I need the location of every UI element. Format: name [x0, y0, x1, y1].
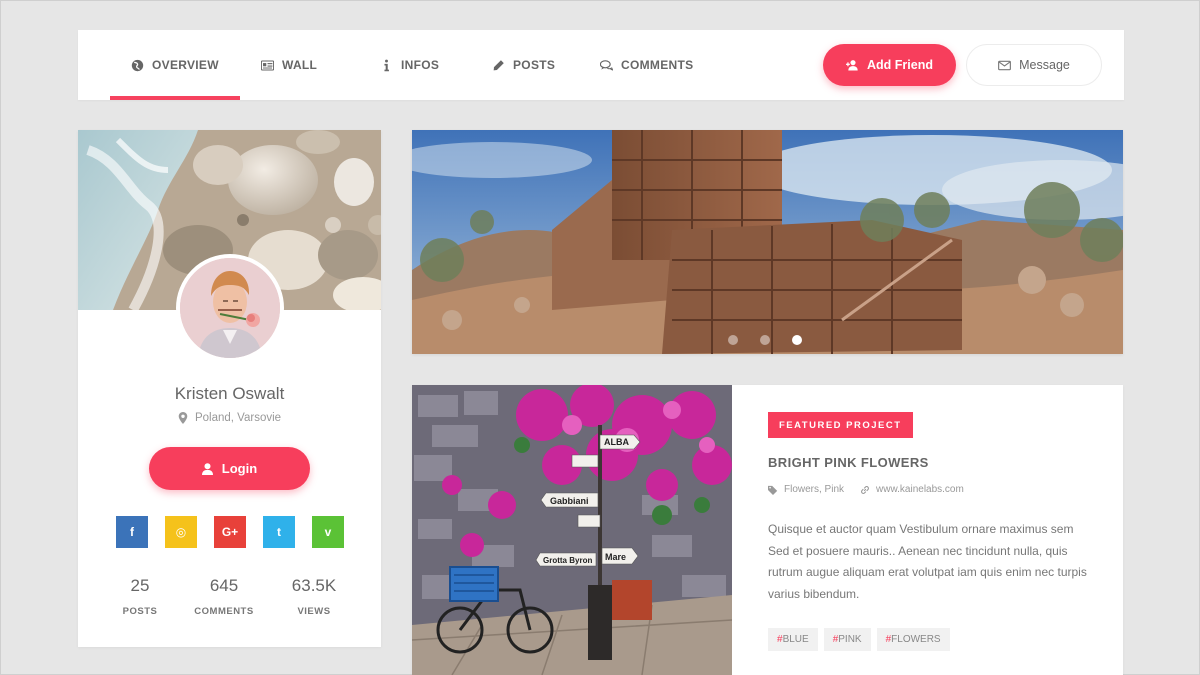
tab-posts[interactable]: POSTS [492, 30, 555, 100]
profile-name: Kristen Oswalt [174, 384, 285, 403]
tag-flowers[interactable]: # FLOWERS [876, 628, 950, 651]
google-plus-glyph: G+ [221, 525, 239, 539]
sign-gabbiani: Gabbiani [550, 496, 589, 506]
slider-dot-3[interactable] [792, 335, 802, 345]
message-label: Message [1019, 58, 1070, 72]
social-links: f ◎ G+ t v [116, 516, 361, 548]
link-icon [861, 485, 869, 494]
instagram-glyph: ◎ [175, 525, 187, 539]
tag-pink[interactable]: # PINK [823, 628, 871, 651]
stat-label: VIEWS [297, 606, 331, 617]
featured-badge: FEATURED PROJECT [768, 412, 913, 438]
profile-nav-bar: OVERVIEW WALL INFOS POSTS COMMENTS Add F… [78, 30, 1124, 100]
globe-icon [131, 59, 144, 71]
instagram-icon[interactable]: ◎ [165, 516, 197, 548]
stat-value: 645 [209, 576, 239, 595]
add-friend-button[interactable]: Add Friend [823, 44, 956, 86]
tag-icon [768, 485, 778, 495]
tab-label: COMMENTS [621, 58, 694, 72]
tag-blue[interactable]: # BLUE [768, 628, 818, 651]
sign-grotta-byron: Grotta Byron [543, 556, 592, 565]
tag-label: BLUE [782, 634, 809, 645]
info-icon [384, 59, 389, 71]
sign-alba: ALBA [604, 437, 629, 447]
featured-project-card: ALBA Gabbiani Mare Grotta Byron FEATURED… [412, 385, 1123, 675]
slider-dot-1[interactable] [728, 335, 738, 345]
chat-bubbles-icon [600, 59, 613, 71]
tab-label: OVERVIEW [152, 58, 219, 72]
envelope-icon [998, 60, 1012, 70]
user-icon [201, 462, 213, 475]
tab-label: POSTS [513, 58, 556, 72]
stat-label: COMMENTS [194, 606, 254, 617]
profile-location: Poland, Varsovie [78, 412, 381, 424]
login-button[interactable]: Login [149, 447, 310, 490]
meta-tags[interactable]: Flowers, Pink [784, 484, 844, 495]
tab-overview[interactable]: OVERVIEW [110, 30, 240, 100]
tab-label: WALL [282, 58, 318, 72]
tag-label: FLOWERS [891, 634, 941, 645]
facebook-glyph: f [130, 525, 134, 539]
message-button[interactable]: Message [966, 44, 1102, 86]
location-text: Poland, Varsovie [194, 412, 282, 424]
map-pin-icon [178, 412, 188, 424]
vine-glyph: v [324, 525, 332, 539]
login-label: Login [221, 461, 258, 476]
pencil-icon [493, 59, 504, 70]
stat-views: 63.5K VIEWS [269, 576, 359, 617]
stat-comments: 645 COMMENTS [179, 576, 269, 617]
add-friend-label: Add Friend [867, 58, 933, 72]
tab-comments[interactable]: COMMENTS [600, 30, 693, 100]
id-card-icon [261, 60, 274, 70]
vine-icon[interactable]: v [312, 516, 344, 548]
featured-image: ALBA Gabbiani Mare Grotta Byron [412, 385, 732, 675]
stat-posts: 25 POSTS [95, 576, 185, 617]
slider-dots [728, 335, 824, 345]
twitter-icon[interactable]: t [263, 516, 295, 548]
add-user-icon [846, 60, 858, 71]
featured-description: Quisque et auctor quam Vestibulum ornare… [768, 522, 1087, 601]
featured-meta: Flowers, Pink www.kainelabs.com [768, 484, 964, 495]
profile-card: Kristen Oswalt Poland, Varsovie Login f … [78, 130, 381, 647]
stat-label: POSTS [122, 606, 158, 617]
stat-value: 25 [130, 576, 150, 595]
facebook-icon[interactable]: f [116, 516, 148, 548]
tab-label: INFOS [401, 58, 440, 72]
twitter-glyph: t [277, 525, 281, 539]
sign-mare: Mare [605, 552, 626, 562]
slider-dot-2[interactable] [760, 335, 770, 345]
hero-slider[interactable] [412, 130, 1123, 354]
featured-title[interactable]: BRIGHT PINK FLOWERS [768, 455, 929, 470]
tab-infos[interactable]: INFOS [380, 30, 439, 100]
hero-image [412, 130, 1123, 354]
tag-label: PINK [838, 634, 862, 645]
featured-tags: # BLUE # PINK # FLOWERS [768, 628, 956, 651]
avatar [176, 254, 284, 362]
tab-wall[interactable]: WALL [261, 30, 317, 100]
stat-value: 63.5K [291, 576, 337, 595]
google-plus-icon[interactable]: G+ [214, 516, 246, 548]
meta-website[interactable]: www.kainelabs.com [876, 484, 964, 495]
